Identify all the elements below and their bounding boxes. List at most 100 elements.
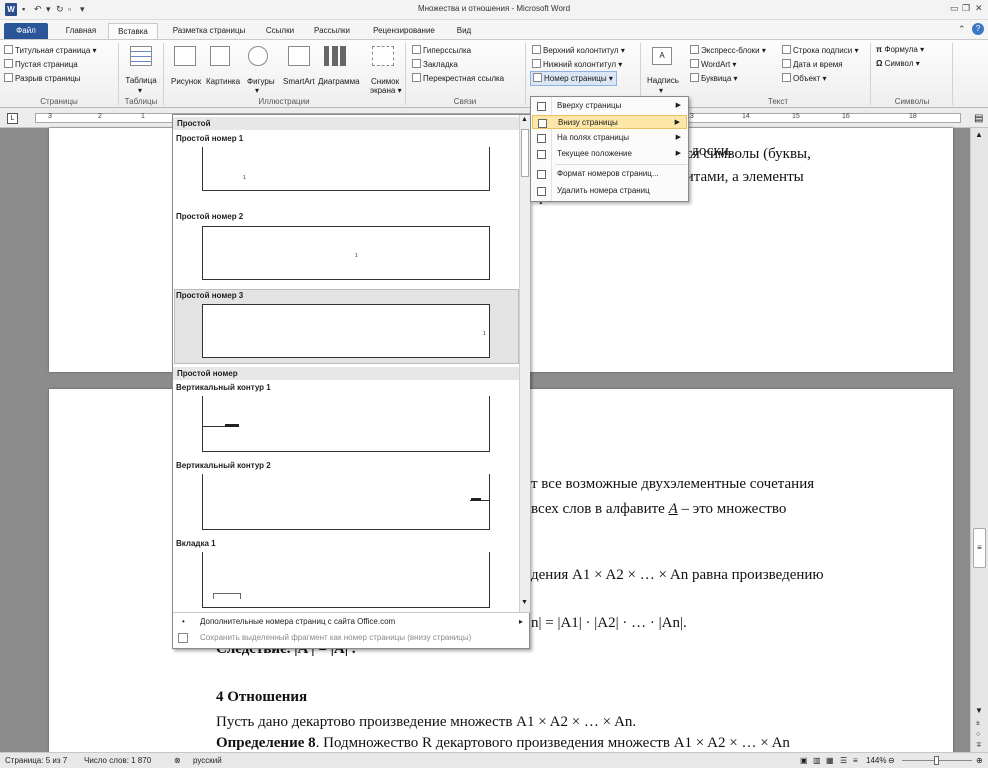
menu-item-remove-page-numbers[interactable]: Удалить номера страниц bbox=[532, 184, 687, 198]
document-scrollbar[interactable]: ▲ ≡ ▼ ± ○ ∓ bbox=[970, 128, 988, 752]
gallery-item-tab-1[interactable] bbox=[202, 552, 490, 608]
menu-item-current-position[interactable]: Текущее положение ▶ bbox=[532, 147, 687, 161]
prev-page-icon[interactable]: ± bbox=[976, 720, 980, 727]
zoom-in-icon[interactable]: ⊕ bbox=[976, 753, 983, 768]
dropcap-icon bbox=[690, 73, 699, 82]
tab-references[interactable]: Ссылки bbox=[258, 23, 302, 39]
gallery-item-simple-2[interactable]: 1 bbox=[202, 226, 490, 280]
ruler-number: 1 bbox=[141, 113, 145, 120]
tab-file[interactable]: Файл bbox=[4, 23, 48, 39]
tab-home[interactable]: Главная bbox=[56, 23, 106, 39]
close-icon[interactable]: ✕ bbox=[975, 3, 983, 14]
textbox-icon[interactable]: A bbox=[652, 47, 672, 65]
table-button[interactable]: Таблица bbox=[122, 76, 160, 86]
clipart-icon[interactable] bbox=[210, 46, 230, 66]
blank-page-button[interactable]: Пустая страница bbox=[4, 59, 78, 70]
smartart-button[interactable]: SmartArt bbox=[283, 77, 315, 87]
signature-line-button[interactable]: Строка подписи ▾ bbox=[782, 45, 858, 56]
blank-page-icon bbox=[4, 59, 13, 68]
crossref-button[interactable]: Перекрестная ссылка bbox=[412, 73, 504, 84]
table-dropdown-icon[interactable]: ▾ bbox=[138, 86, 142, 96]
tab-view[interactable]: Вид bbox=[446, 23, 482, 39]
object-button[interactable]: Объект ▾ bbox=[782, 73, 827, 84]
textbox-dropdown-icon[interactable]: ▾ bbox=[659, 86, 663, 96]
tab-page-layout[interactable]: Разметка страницы bbox=[162, 23, 256, 39]
minimize-icon[interactable]: ▭ bbox=[950, 3, 959, 14]
doc-text: дения A1 × A2 × … × An равна произведени… bbox=[531, 567, 824, 583]
chart-icon[interactable] bbox=[324, 46, 346, 66]
quickparts-button[interactable]: Экспресс-блоки ▾ bbox=[690, 45, 766, 56]
next-page-icon[interactable]: ∓ bbox=[976, 741, 982, 749]
wordart-button[interactable]: WordArt ▾ bbox=[690, 59, 736, 70]
doc-text: n| = |A1| · |A2| · … · |An|. bbox=[531, 615, 687, 631]
view-ruler-icon[interactable]: ▤ bbox=[974, 113, 983, 124]
shapes-icon[interactable] bbox=[248, 46, 268, 66]
outline-icon[interactable]: ☰ bbox=[840, 753, 847, 768]
ruler-number: 16 bbox=[842, 113, 850, 120]
word-count-status[interactable]: Число слов: 1 870 bbox=[84, 753, 151, 768]
smartart-icon[interactable] bbox=[288, 46, 310, 66]
spellcheck-icon[interactable]: ⊗ bbox=[174, 753, 181, 768]
textbox-button[interactable]: Надпись bbox=[647, 76, 679, 86]
picture-icon[interactable] bbox=[174, 46, 196, 66]
gallery-scroll-up-icon[interactable]: ▲ bbox=[521, 116, 528, 123]
page-number-button[interactable]: Номер страницы ▾ bbox=[530, 71, 617, 86]
menu-item-format-page-numbers[interactable]: Формат номеров страниц... bbox=[532, 167, 687, 181]
menu-item-top-of-page[interactable]: Вверху страницы ▶ bbox=[532, 99, 687, 113]
hyperlink-button[interactable]: Гиперссылка bbox=[412, 45, 471, 56]
print-layout-icon[interactable]: ▣ bbox=[800, 753, 808, 768]
screenshot-icon[interactable] bbox=[372, 46, 394, 66]
full-screen-icon[interactable]: ▥ bbox=[813, 753, 821, 768]
draft-icon[interactable]: ≡ bbox=[853, 753, 858, 768]
picture-button[interactable]: Рисунок bbox=[171, 77, 201, 87]
menu-item-bottom-of-page[interactable]: Внизу страницы ▶ bbox=[532, 115, 687, 129]
tab-review[interactable]: Рецензирование bbox=[364, 23, 444, 39]
thumb-page-number: 1 bbox=[355, 253, 358, 259]
tab-selector-icon[interactable]: L bbox=[7, 113, 18, 124]
zoom-slider-thumb[interactable] bbox=[934, 756, 939, 765]
shapes-button[interactable]: Фигуры bbox=[247, 77, 275, 87]
restore-icon[interactable]: ❐ bbox=[962, 3, 970, 14]
title-page-button[interactable]: Титульная страница ▾ bbox=[4, 45, 97, 56]
doc-text: Определение 8. Подмножество R декартовог… bbox=[216, 735, 790, 751]
datetime-button[interactable]: Дата и время bbox=[782, 59, 843, 70]
dropcap-button[interactable]: Буквица ▾ bbox=[690, 73, 738, 84]
tab-insert[interactable]: Вставка bbox=[108, 23, 158, 39]
gallery-scroll-thumb[interactable] bbox=[521, 129, 529, 177]
equation-button[interactable]: π Формула ▾ bbox=[876, 45, 924, 55]
zoom-out-icon[interactable]: ⊖ bbox=[888, 753, 895, 768]
web-layout-icon[interactable]: ▦ bbox=[826, 753, 834, 768]
bookmark-button[interactable]: Закладка bbox=[412, 59, 458, 70]
gallery-scroll-down-icon[interactable]: ▼ bbox=[521, 599, 528, 606]
clipart-button[interactable]: Картинка bbox=[206, 77, 240, 87]
signature-icon bbox=[782, 45, 791, 54]
scroll-thumb[interactable]: ≡ bbox=[973, 528, 986, 568]
chart-button[interactable]: Диаграмма bbox=[318, 77, 360, 87]
gallery-scrollbar[interactable]: ▲ ▼ bbox=[519, 115, 530, 612]
submenu-arrow-icon: ▶ bbox=[674, 119, 680, 126]
symbol-button[interactable]: Ω Символ ▾ bbox=[876, 59, 920, 69]
scroll-up-icon[interactable]: ▲ bbox=[975, 130, 983, 139]
save-selection-icon bbox=[178, 633, 188, 643]
gallery-item-vertical-2[interactable] bbox=[202, 474, 490, 530]
gallery-item-vertical-1[interactable] bbox=[202, 396, 490, 452]
tab-mailings[interactable]: Рассылки bbox=[304, 23, 360, 39]
gallery-item-simple-3[interactable]: 1 bbox=[202, 304, 490, 358]
gallery-item-simple-1[interactable]: 1 bbox=[202, 147, 490, 191]
footer-button[interactable]: Нижний колонтитул ▾ bbox=[532, 59, 622, 70]
page-count-status[interactable]: Страница: 5 из 7 bbox=[5, 753, 67, 768]
page-break-button[interactable]: Разрыв страницы bbox=[4, 73, 81, 84]
zoom-level[interactable]: 144% bbox=[866, 753, 886, 768]
remove-page-numbers-icon bbox=[537, 187, 546, 196]
screenshot-button-line2[interactable]: экрана ▾ bbox=[370, 86, 402, 96]
status-bar: Страница: 5 из 7 Число слов: 1 870 ⊗ рус… bbox=[0, 752, 988, 768]
help-icon[interactable]: ? bbox=[972, 23, 984, 35]
collapse-ribbon-icon[interactable]: ⌃ bbox=[958, 24, 966, 35]
browse-object-icon[interactable]: ○ bbox=[976, 731, 980, 738]
header-button[interactable]: Верхний колонтитул ▾ bbox=[532, 45, 625, 56]
language-status[interactable]: русский bbox=[193, 753, 222, 768]
table-icon[interactable] bbox=[130, 46, 152, 66]
menu-item-page-margins[interactable]: На полях страницы ▶ bbox=[532, 131, 687, 145]
shapes-dropdown-icon[interactable]: ▾ bbox=[255, 86, 259, 96]
scroll-down-icon[interactable]: ▼ bbox=[975, 706, 983, 715]
